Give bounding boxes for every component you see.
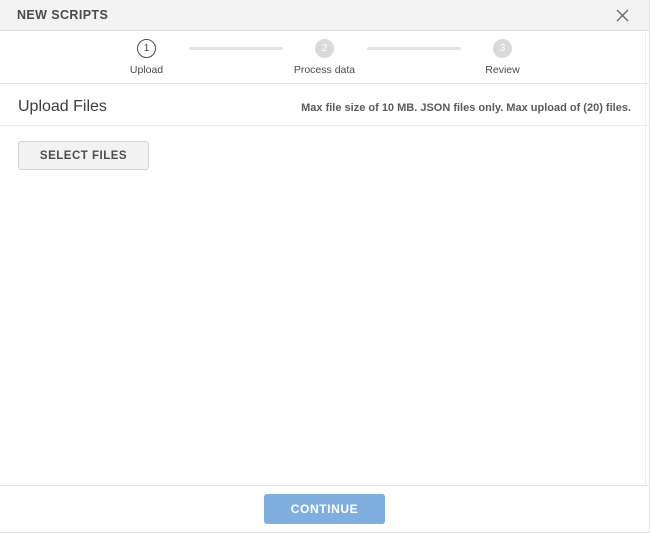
stepper-connector-1 xyxy=(189,47,283,50)
upload-section-header: Upload Files Max file size of 10 MB. JSO… xyxy=(0,84,649,126)
stepper-step-upload[interactable]: 1 Upload xyxy=(105,39,189,76)
scrollbar-track[interactable] xyxy=(645,32,649,485)
dialog-title: NEW SCRIPTS xyxy=(17,8,108,22)
stepper-step-review[interactable]: 3 Review xyxy=(461,39,545,76)
select-files-button[interactable]: SELECT FILES xyxy=(18,141,149,170)
new-scripts-dialog: NEW SCRIPTS 1 Upload 2 Process data 3 Re… xyxy=(0,0,650,533)
stepper-step-label: Process data xyxy=(294,64,355,76)
upload-body: SELECT FILES xyxy=(0,126,649,485)
stepper: 1 Upload 2 Process data 3 Review xyxy=(0,31,649,84)
file-dropzone[interactable] xyxy=(18,170,631,470)
page-title: Upload Files xyxy=(18,98,107,116)
upload-constraints-text: Max file size of 10 MB. JSON files only.… xyxy=(301,102,631,114)
stepper-connector-2 xyxy=(367,47,461,50)
dialog-header: NEW SCRIPTS xyxy=(0,0,649,31)
dialog-footer: CONTINUE xyxy=(0,485,649,533)
stepper-step-number: 1 xyxy=(137,39,156,58)
stepper-step-label: Review xyxy=(485,64,519,76)
continue-button[interactable]: CONTINUE xyxy=(264,494,385,524)
stepper-step-number: 3 xyxy=(493,39,512,58)
stepper-track: 1 Upload 2 Process data 3 Review xyxy=(105,31,545,76)
stepper-step-number: 2 xyxy=(315,39,334,58)
close-icon[interactable] xyxy=(611,4,633,26)
stepper-step-process-data[interactable]: 2 Process data xyxy=(283,39,367,76)
stepper-step-label: Upload xyxy=(130,64,163,76)
